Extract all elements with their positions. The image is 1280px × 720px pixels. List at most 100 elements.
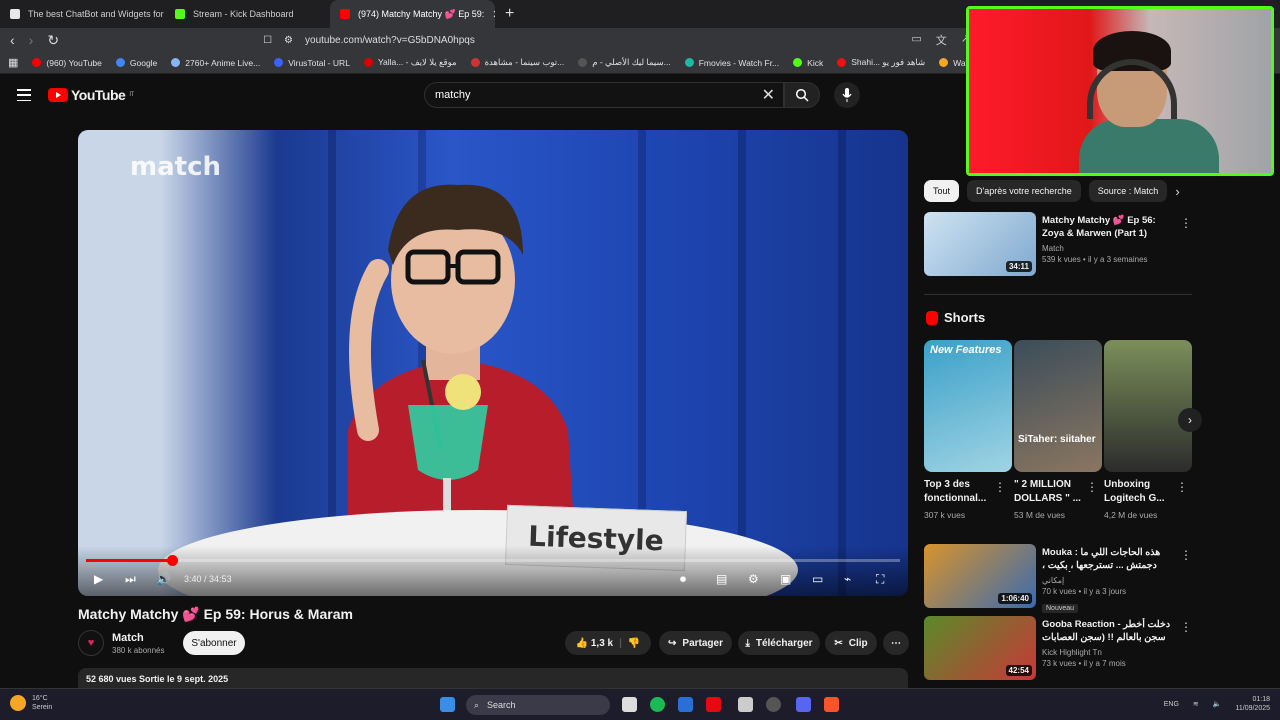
more-options-icon[interactable]: ⋮ [1176, 480, 1188, 494]
bookmark-item[interactable]: 2760+ Anime Live... [171, 58, 260, 68]
translate-icon[interactable]: 文 [936, 32, 947, 48]
browser-tab-active[interactable]: (974) Matchy Matchy 💕 Ep 59: ✕ [330, 0, 495, 28]
theater-mode-icon[interactable]: ▭ [812, 572, 823, 586]
url-field[interactable]: ☐ ⚙ youtube.com/watch?v=G5bDNA0hpqs [263, 35, 475, 46]
forward-icon[interactable]: › [29, 32, 34, 48]
back-icon[interactable]: ‹ [10, 32, 15, 48]
windows-start-icon[interactable] [440, 697, 455, 712]
video-title[interactable]: Mouka : هذه الحاجات اللي ما دجمتش ... تس… [1042, 546, 1178, 572]
app-icon[interactable] [738, 697, 753, 712]
volume-icon[interactable]: 🔈 [1213, 700, 1222, 708]
share-button[interactable]: ↪ Partager [659, 631, 732, 655]
bookmark-item[interactable]: Kick [793, 58, 823, 68]
chevron-right-icon[interactable]: › [1175, 184, 1179, 199]
dislike-icon[interactable]: 👎 [628, 638, 640, 649]
language-indicator[interactable]: ENG [1164, 701, 1179, 708]
browser-tab[interactable]: The best ChatBot and Widgets for Ki✕ [0, 0, 165, 28]
site-info-icon[interactable]: ⚙ [284, 35, 293, 46]
next-icon[interactable]: ⏭ [125, 572, 136, 587]
reload-icon[interactable]: ↻ [47, 32, 59, 49]
bookmark-item[interactable]: VirusTotal - URL [274, 58, 350, 68]
bookmark-item[interactable]: Yalla... - موقع يلا لايف [363, 57, 457, 68]
screen-icon[interactable]: ▭ [911, 32, 921, 48]
video-player[interactable]: match Lifestyle ▶ ⏭ 🔊 3:40 / 34:53 ⏺ ▤ ⚙… [78, 130, 908, 596]
browser-tab[interactable]: Stream - Kick Dashboard [165, 0, 330, 28]
menu-icon[interactable] [17, 89, 31, 101]
search-button[interactable] [784, 82, 820, 108]
new-tab-icon[interactable]: + [495, 5, 524, 23]
settings-icon[interactable]: ⚙ [748, 572, 759, 586]
channel-name[interactable]: Match [1042, 243, 1178, 254]
short-thumbnail[interactable]: SiTaher: siitaher [1014, 340, 1102, 472]
more-options-icon[interactable]: ⋮ [994, 480, 1006, 494]
channel-name[interactable]: Match [112, 632, 165, 644]
video-thumbnail[interactable]: 1:06:40 [924, 544, 1036, 608]
recommended-video[interactable]: 1:06:40 Mouka : هذه الحاجات اللي ما دجمت… [924, 544, 1192, 613]
download-button[interactable]: ⤓ Télécharger [738, 631, 820, 655]
progress-handle[interactable] [167, 555, 179, 566]
short-thumbnail[interactable] [1104, 340, 1192, 472]
like-button[interactable]: 👍 1,3 k [576, 638, 613, 649]
video-thumbnail[interactable]: 34:11 [924, 212, 1036, 276]
channel-name[interactable]: Kick Highlight Tn [1042, 647, 1178, 658]
youtube-logo[interactable]: YouTube IT [48, 87, 134, 103]
url-text[interactable]: youtube.com/watch?v=G5bDNA0hpqs [305, 35, 475, 46]
video-title[interactable]: Gooba Reaction - دخلت أخطر سجن بالعالم !… [1042, 618, 1178, 644]
video-title[interactable]: Matchy Matchy 💕 Ep 56: Zoya & Marwen (Pa… [1042, 214, 1178, 240]
chip-all[interactable]: Tout [924, 180, 960, 202]
app-icon[interactable] [678, 697, 693, 712]
channel-info[interactable]: ♥ Match 380 k abonnés [78, 630, 165, 656]
short-thumbnail[interactable]: New Features [924, 340, 1012, 472]
netflix-icon[interactable] [706, 697, 721, 712]
subscribe-button[interactable]: S'abonner [183, 631, 245, 655]
cast-icon[interactable]: ⌁ [844, 572, 851, 586]
brave-icon[interactable] [824, 697, 839, 712]
bookmark-item[interactable]: (960) YouTube [32, 58, 102, 68]
wifi-icon[interactable]: ≋ [1193, 700, 1199, 708]
subtitles-icon[interactable]: ▤ [716, 572, 727, 586]
discord-icon[interactable] [796, 697, 811, 712]
more-actions-button[interactable]: ⋯ [883, 631, 909, 655]
more-options-icon[interactable]: ⋮ [1180, 216, 1192, 230]
shorts-next-button[interactable]: › [1178, 408, 1202, 432]
video-thumbnail[interactable]: 42:54 [924, 616, 1036, 680]
file-explorer-icon[interactable] [622, 697, 637, 712]
miniplayer-icon[interactable]: ▣ [780, 572, 791, 586]
autoplay-toggle[interactable]: ⏺ [680, 572, 686, 587]
progress-bar[interactable] [86, 555, 900, 566]
search-input[interactable]: matchy ✕ [424, 82, 784, 108]
clip-button[interactable]: ✂ Clip [825, 631, 877, 655]
bookmark-item[interactable]: Fmovies - Watch Fr... [684, 58, 779, 68]
bookmark-icon[interactable]: ☐ [263, 35, 272, 46]
recommended-video[interactable]: 34:11 Matchy Matchy 💕 Ep 56: Zoya & Marw… [924, 212, 1192, 278]
chip-source-match[interactable]: Source : Match [1088, 180, 1168, 202]
recommended-video[interactable]: 42:54 Gooba Reaction - دخلت أخطر سجن بال… [924, 616, 1192, 682]
more-options-icon[interactable]: ⋮ [1180, 620, 1192, 634]
weather-widget[interactable]: 16°C Serein [10, 694, 52, 712]
bookmark-item[interactable]: توب سينما - مشاهدة... [470, 57, 564, 68]
more-options-icon[interactable]: ⋮ [1086, 480, 1098, 494]
taskbar-search[interactable]: ⌕ Search [466, 695, 610, 715]
apps-grid-icon[interactable]: ▦ [8, 56, 18, 69]
volume-icon[interactable]: 🔊 [156, 572, 171, 586]
clock[interactable]: 01:18 11/09/2025 [1235, 695, 1270, 713]
short-title[interactable]: " 2 MILLION DOLLARS " ... [1014, 478, 1094, 506]
channel-name[interactable]: إمكاني [1042, 575, 1178, 586]
obs-icon[interactable] [766, 697, 781, 712]
clear-search-icon[interactable]: ✕ [762, 85, 775, 105]
short-title[interactable]: Unboxing Logitech G... [1104, 478, 1184, 506]
description-box[interactable]: 52 680 vues Sortie le 9 sept. 2025 [78, 668, 908, 690]
bookmark-item[interactable]: سيما ليك الأصلي - م... [578, 57, 671, 68]
bookmark-item[interactable]: Shahi... شاهد فور يو [837, 57, 925, 68]
more-options-icon[interactable]: ⋮ [1180, 548, 1192, 562]
chip-from-search[interactable]: D'après votre recherche [967, 180, 1081, 202]
spotify-icon[interactable] [650, 697, 665, 712]
youtube-favicon-icon [340, 9, 350, 19]
short-title[interactable]: Top 3 des fonctionnal... [924, 478, 1004, 506]
play-icon[interactable]: ▶ [94, 572, 103, 586]
voice-search-button[interactable] [834, 82, 860, 108]
youtube-play-icon [48, 88, 68, 102]
channel-avatar[interactable]: ♥ [78, 630, 104, 656]
fullscreen-icon[interactable]: ⛶ [876, 572, 884, 587]
bookmark-item[interactable]: Google [115, 58, 157, 68]
